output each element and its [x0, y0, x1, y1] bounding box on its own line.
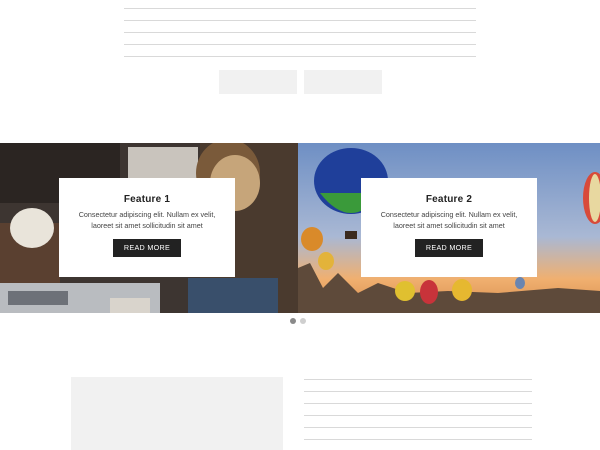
placeholder-line: [304, 415, 532, 416]
carousel-slide-1[interactable]: Feature 1 Consectetur adipiscing elit. N…: [0, 143, 298, 313]
bottom-placeholder-lines: [304, 379, 532, 450]
card-title: Feature 2: [425, 194, 473, 205]
feature-card-1: Feature 1 Consectetur adipiscing elit. N…: [59, 178, 235, 277]
placeholder-button-secondary[interactable]: [304, 70, 382, 94]
placeholder-line: [304, 379, 532, 380]
placeholder-line: [124, 20, 476, 21]
read-more-button[interactable]: READ MORE: [415, 239, 483, 257]
placeholder-line: [124, 56, 476, 57]
placeholder-button-primary[interactable]: [219, 70, 297, 94]
placeholder-line: [124, 32, 476, 33]
read-more-button[interactable]: READ MORE: [113, 239, 181, 257]
card-description: Consectetur adipiscing elit. Nullam ex v…: [380, 210, 518, 230]
placeholder-line: [124, 8, 476, 9]
carousel-dot-1[interactable]: [290, 318, 296, 324]
placeholder-line: [304, 439, 532, 440]
carousel-dot-2[interactable]: [300, 318, 306, 324]
placeholder-line: [124, 44, 476, 45]
placeholder-image-box: [71, 377, 283, 450]
carousel-slide-2[interactable]: Feature 2 Consectetur adipiscing elit. N…: [298, 143, 600, 313]
feature-card-2: Feature 2 Consectetur adipiscing elit. N…: [361, 178, 537, 277]
placeholder-line: [304, 391, 532, 392]
feature-carousel[interactable]: Feature 1 Consectetur adipiscing elit. N…: [0, 143, 600, 313]
placeholder-line: [304, 427, 532, 428]
card-description: Consectetur adipiscing elit. Nullam ex v…: [78, 210, 216, 230]
placeholder-line: [304, 403, 532, 404]
card-title: Feature 1: [123, 194, 171, 205]
top-placeholder-lines: [124, 8, 476, 68]
carousel-pagination: [290, 318, 306, 324]
